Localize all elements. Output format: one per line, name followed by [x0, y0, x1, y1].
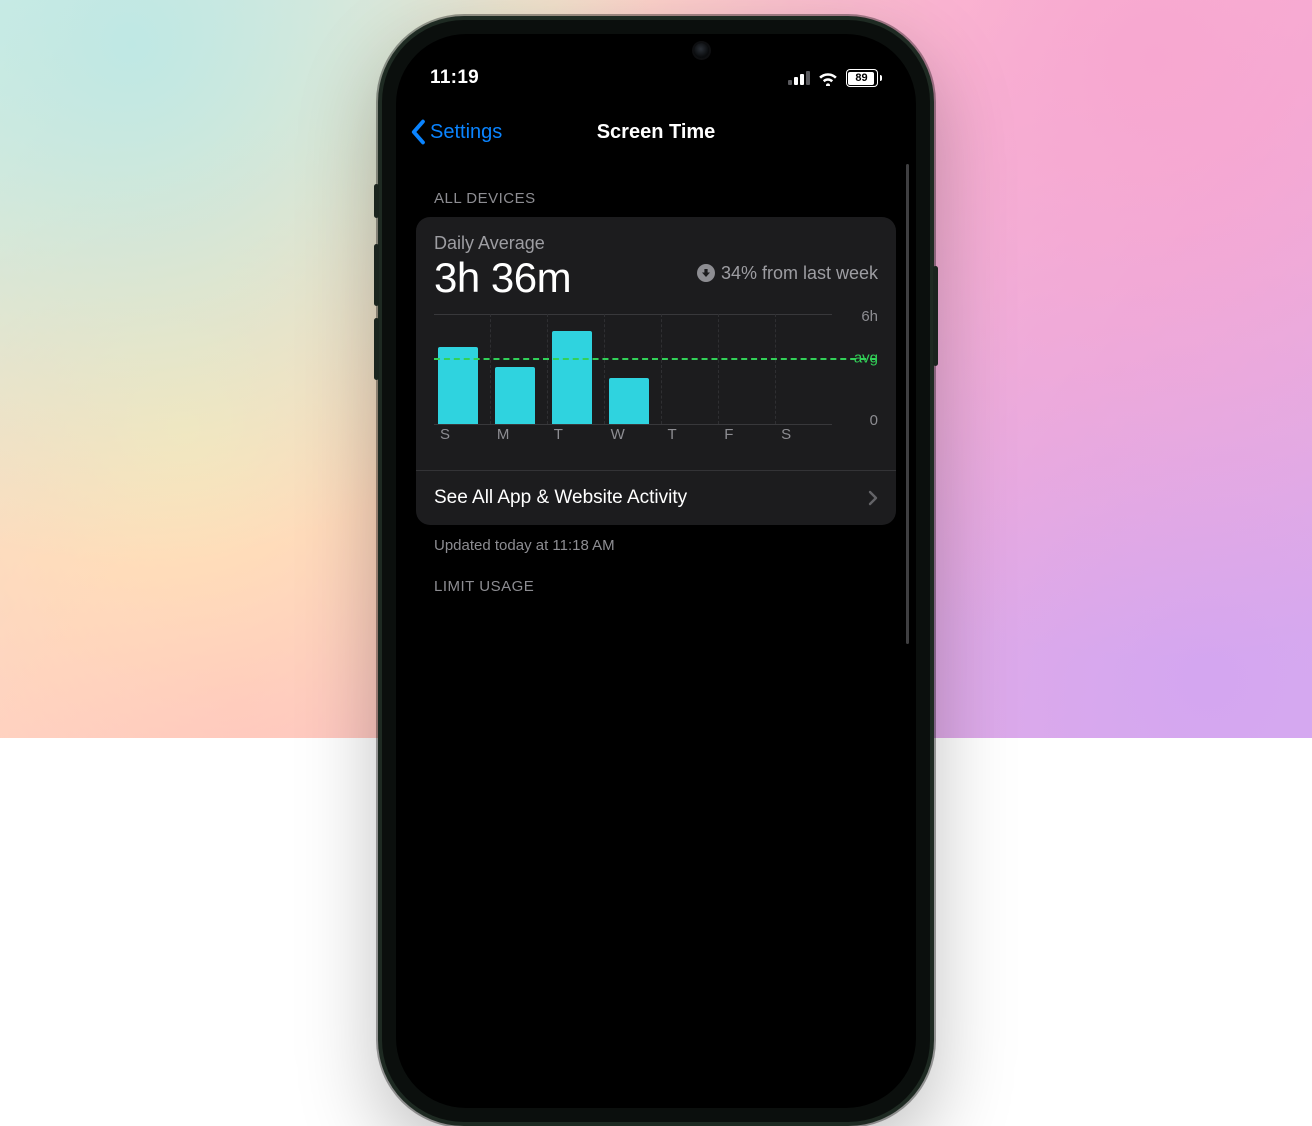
silence-switch[interactable] — [374, 184, 379, 218]
volume-up-button[interactable] — [374, 244, 379, 306]
section-header-all-devices: ALL DEVICES — [434, 190, 896, 207]
screen: 11:19 89 Settings Screen Time ALL DEVICE… — [396, 34, 916, 1108]
x-axis-label: S — [775, 426, 832, 443]
chart-column — [662, 314, 719, 424]
updated-text: Updated today at 11:18 AM — [434, 537, 896, 554]
arrow-down-icon — [697, 264, 715, 282]
nav-bar: Settings Screen Time — [396, 108, 916, 156]
notch — [561, 34, 751, 68]
chart-bar — [552, 331, 591, 425]
daily-average-label: Daily Average — [434, 233, 878, 254]
chevron-left-icon — [410, 119, 428, 145]
x-axis-label: S — [434, 426, 491, 443]
phone-frame: 11:19 89 Settings Screen Time ALL DEVICE… — [378, 16, 934, 1126]
x-axis-label: F — [718, 426, 775, 443]
page-title: Screen Time — [597, 121, 716, 144]
average-line — [434, 358, 876, 360]
battery-level: 89 — [855, 72, 867, 84]
wifi-icon — [818, 70, 838, 86]
back-button[interactable]: Settings — [410, 119, 502, 145]
x-axis-label: T — [661, 426, 718, 443]
chart-column — [434, 314, 491, 424]
section-header-limit-usage: LIMIT USAGE — [434, 578, 896, 595]
status-time: 11:19 — [430, 67, 479, 89]
chart-column — [491, 314, 548, 424]
usage-chart[interactable]: SMTWTFS 6h avg 0 — [434, 314, 878, 446]
trend-text: 34% from last week — [721, 262, 878, 285]
see-all-label: See All App & Website Activity — [434, 487, 687, 509]
cellular-icon — [788, 71, 810, 85]
trend-indicator: 34% from last week — [697, 262, 878, 285]
x-axis-label: T — [548, 426, 605, 443]
battery-indicator: 89 — [846, 69, 883, 87]
x-axis-label: W — [605, 426, 662, 443]
back-label: Settings — [430, 121, 502, 144]
y-axis-top: 6h — [861, 308, 878, 325]
chart-column — [548, 314, 605, 424]
see-all-activity-button[interactable]: See All App & Website Activity — [416, 471, 896, 525]
volume-down-button[interactable] — [374, 318, 379, 380]
content: ALL DEVICES Daily Average 3h 36m 34% fro… — [396, 166, 916, 605]
power-button[interactable] — [933, 266, 938, 366]
front-camera — [694, 43, 709, 58]
daily-average-value: 3h 36m — [434, 256, 571, 300]
chart-column — [719, 314, 776, 424]
y-axis-bottom: 0 — [870, 412, 878, 429]
chart-column — [605, 314, 662, 424]
daily-average-card: Daily Average 3h 36m 34% from last week — [416, 217, 896, 525]
chevron-right-icon — [868, 490, 878, 506]
x-axis-label: M — [491, 426, 548, 443]
chart-bar — [609, 378, 648, 424]
chart-column — [776, 314, 832, 424]
chart-bar — [495, 367, 534, 424]
